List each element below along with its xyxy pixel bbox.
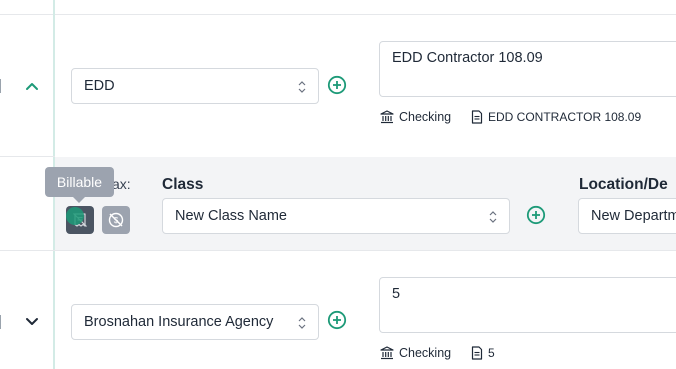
taxable-toggle-button[interactable]: $ — [102, 206, 130, 234]
location-label: Location/De — [579, 176, 668, 193]
bank-icon — [380, 346, 394, 360]
class-select-value: New Class Name — [175, 208, 287, 224]
document-icon — [471, 110, 483, 124]
row1-left-marker — [0, 79, 1, 93]
band-top-divider — [0, 156, 55, 157]
document-info: EDD CONTRACTOR 108.09 — [471, 110, 641, 124]
select-arrows-icon — [298, 81, 306, 93]
account-select-value: Brosnahan Insurance Agency — [84, 314, 274, 330]
bank-account-info: Checking — [380, 346, 451, 360]
row2-left-marker — [0, 315, 1, 329]
chevron-down-icon — [26, 318, 38, 325]
collapse-row-button[interactable] — [20, 74, 44, 98]
memo-field[interactable]: EDD Contractor 108.09 — [379, 41, 676, 97]
document-label: EDD CONTRACTOR 108.09 — [488, 110, 642, 124]
no-tax-icon: $ — [108, 212, 124, 228]
bank-label: Checking — [399, 346, 452, 360]
add-class-icon[interactable] — [526, 205, 546, 225]
chevron-up-icon — [26, 83, 38, 90]
bank-label: Checking — [399, 110, 452, 124]
top-divider — [0, 14, 676, 15]
select-arrows-icon — [489, 211, 497, 223]
account-select-value: EDD — [84, 78, 115, 94]
tax-label: ax: — [112, 176, 131, 192]
document-icon — [471, 346, 483, 360]
document-label: 5 — [488, 346, 495, 360]
add-account-icon[interactable] — [327, 75, 347, 95]
bank-account-info: Checking — [380, 110, 451, 124]
expand-row-button[interactable] — [20, 310, 44, 334]
memo-text: EDD Contractor 108.09 — [392, 50, 543, 66]
bank-icon — [380, 110, 394, 124]
document-info: 5 — [471, 346, 495, 360]
class-select[interactable]: New Class Name — [162, 198, 510, 234]
account-select[interactable]: Brosnahan Insurance Agency — [71, 304, 319, 340]
memo-text: 5 — [392, 286, 401, 302]
billable-indicator-dot — [66, 207, 84, 225]
location-select-value: New Departm — [591, 208, 676, 224]
add-account-icon[interactable] — [327, 310, 347, 330]
class-label: Class — [162, 176, 204, 193]
account-select[interactable]: EDD — [71, 68, 319, 104]
location-select[interactable]: New Departm — [578, 198, 676, 234]
select-arrows-icon — [298, 317, 306, 329]
band-bottom-divider — [0, 250, 676, 251]
memo-field[interactable]: 5 — [379, 277, 676, 333]
billable-tooltip: Billable — [45, 167, 114, 203]
tooltip-text: Billable — [56, 174, 103, 190]
